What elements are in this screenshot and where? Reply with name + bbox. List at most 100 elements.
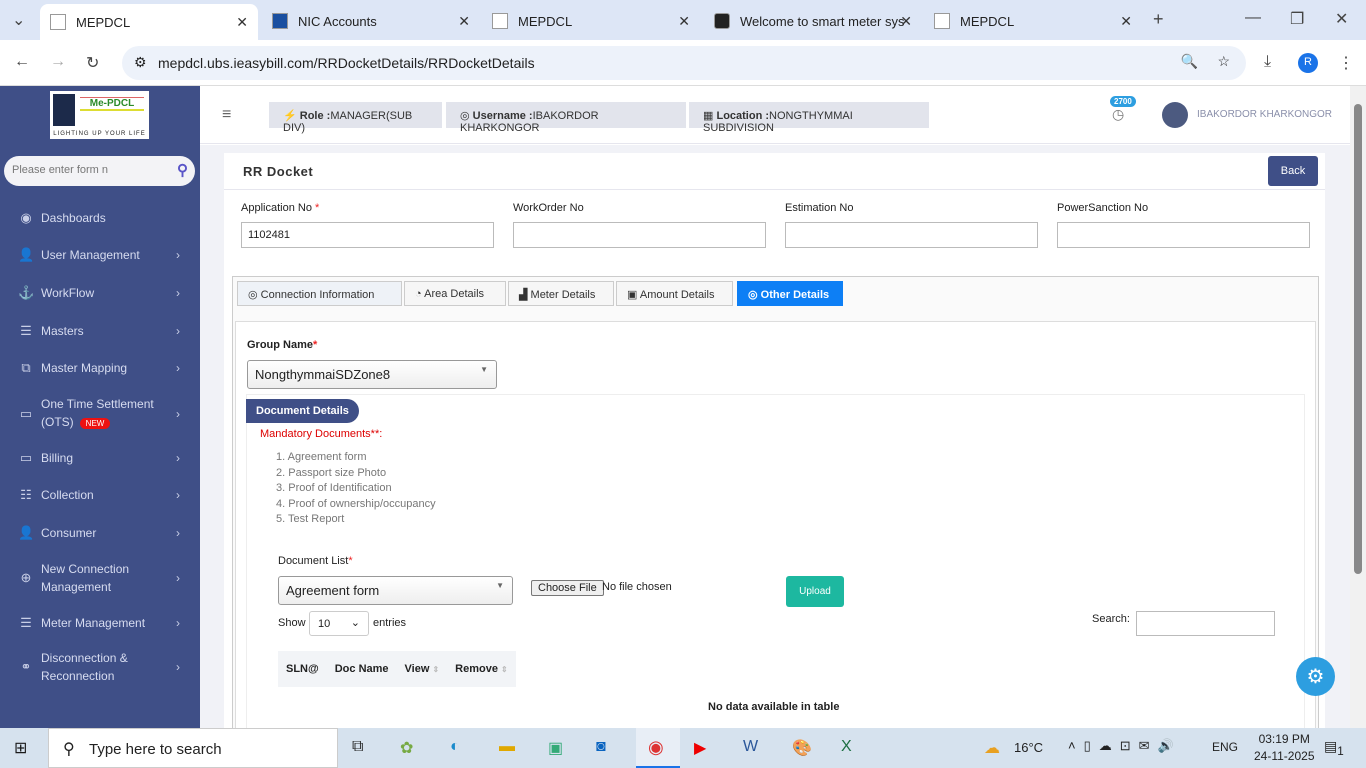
scrollbar-thumb[interactable] xyxy=(1354,104,1362,574)
profile-avatar[interactable]: R xyxy=(1298,53,1318,73)
application-no-input[interactable]: 1102481 xyxy=(241,222,494,248)
table-search-input[interactable] xyxy=(1136,611,1275,636)
link-icon: ⚭ xyxy=(20,659,32,674)
sidebar-item-masters[interactable]: ☰ Masters › xyxy=(0,323,200,339)
chevron-right-icon: › xyxy=(176,451,180,465)
hamburger-menu-icon[interactable]: ≡ xyxy=(222,106,231,124)
sidebar-item-dashboards[interactable]: ◉ Dashboards xyxy=(0,210,200,226)
copilot-icon[interactable]: ✿ xyxy=(400,738,413,758)
browser-tab[interactable]: MEPDCL ✕ xyxy=(924,6,1142,36)
close-tab-icon[interactable]: ✕ xyxy=(678,13,690,30)
paint-icon[interactable]: 🎨 xyxy=(792,738,812,758)
browser-tab[interactable]: NIC Accounts ✕ xyxy=(262,6,480,36)
nav-label: Collection xyxy=(41,488,94,502)
sidebar-item-user-management[interactable]: 👤 User Management › xyxy=(0,247,200,263)
workorder-no-input[interactable] xyxy=(513,222,766,248)
zoom-icon[interactable]: 🔍 xyxy=(1181,53,1198,70)
sidebar-item-new-connection[interactable]: ⊕ New Connection Management › xyxy=(0,560,200,596)
site-info-icon[interactable]: ⚙ xyxy=(134,54,147,71)
entries-select[interactable]: 10 ⌄ xyxy=(309,611,369,636)
weather-icon[interactable]: ☁ xyxy=(984,738,1000,758)
close-tab-icon[interactable]: ✕ xyxy=(900,13,912,30)
browser-tab[interactable]: Welcome to smart meter sys ✕ xyxy=(704,6,922,36)
tab-area-details[interactable]: ◔ Area Details xyxy=(404,281,506,306)
weather-temp[interactable]: 16°C xyxy=(1014,740,1043,755)
close-window-icon[interactable]: ✕ xyxy=(1335,9,1348,29)
column-header-remove[interactable]: Remove ⇕ xyxy=(447,651,516,687)
edge-icon[interactable]: ◐ xyxy=(450,738,460,756)
close-tab-icon[interactable]: ✕ xyxy=(1120,13,1132,30)
building-icon: ▦ xyxy=(703,110,714,122)
restore-icon[interactable]: ❐ xyxy=(1290,9,1304,29)
nav-label: Billing xyxy=(41,451,74,465)
sidebar-item-ots[interactable]: ▭ One Time Settlement (OTS) NEW › xyxy=(0,396,200,432)
close-tab-icon[interactable]: ✕ xyxy=(236,14,248,31)
choose-file-button[interactable]: Choose File xyxy=(531,580,604,596)
search-icon[interactable]: ⚲ xyxy=(177,161,188,179)
excel-icon[interactable]: X xyxy=(841,738,852,756)
reload-icon[interactable]: ↻ xyxy=(86,53,99,73)
tab-amount-details[interactable]: ▣ Amount Details xyxy=(616,281,733,306)
notifications-icon[interactable]: ▤1 xyxy=(1324,738,1344,758)
plus-circle-icon: ⊕ xyxy=(20,570,32,585)
sidebar-item-billing[interactable]: ▭ Billing › xyxy=(0,450,200,466)
back-button[interactable]: Back xyxy=(1268,156,1318,186)
taskbar-search[interactable]: ⚲ Type here to search xyxy=(48,728,338,768)
date-text: 24-11-2025 xyxy=(1254,749,1315,763)
username-pill: ◎ Username :IBAKORDOR KHARKONGOR xyxy=(446,102,686,134)
system-tray-icons[interactable]: ˄▯☁⊡✉🔊 xyxy=(1068,738,1182,754)
menu-icon[interactable]: ⋮ xyxy=(1338,53,1354,73)
list-icon: ☷ xyxy=(20,487,32,502)
close-tab-icon[interactable]: ✕ xyxy=(458,13,470,30)
rr-docket-card: RR Docket Back Application No * 1102481 … xyxy=(224,153,1325,728)
sidebar-item-master-mapping[interactable]: ⧉ Master Mapping › xyxy=(0,360,200,376)
settings-gear-button[interactable]: ⚙ xyxy=(1296,657,1335,696)
estimation-no-input[interactable] xyxy=(785,222,1038,248)
word-icon[interactable]: W xyxy=(743,738,758,756)
browser-tab[interactable]: MEPDCL ✕ xyxy=(482,6,700,36)
tab-other-details[interactable]: ◎ Other Details xyxy=(737,281,843,306)
forward-icon[interactable]: → xyxy=(50,53,66,71)
sidebar-item-consumer[interactable]: 👤 Consumer › xyxy=(0,525,200,541)
new-tab-icon[interactable]: + xyxy=(1153,9,1164,30)
chevron-right-icon: › xyxy=(176,526,180,540)
chevron-right-icon: › xyxy=(176,324,180,338)
back-icon[interactable]: ← xyxy=(14,53,30,71)
language-indicator[interactable]: ENG xyxy=(1212,740,1238,754)
tab-connection-information[interactable]: ◎ Connection Information xyxy=(237,281,402,306)
sidebar-item-workflow[interactable]: ⚓ WorkFlow › xyxy=(0,285,200,301)
nav-label: New Connection Management xyxy=(41,562,130,594)
tab-meter-details[interactable]: ▟ Meter Details xyxy=(508,281,614,306)
browser-tab[interactable]: MEPDCL ✕ xyxy=(40,4,258,40)
user-avatar[interactable] xyxy=(1162,102,1188,128)
url-input[interactable]: ⚙ mepdcl.ubs.ieasybill.com/RRDocketDetail… xyxy=(122,46,1246,80)
page-scrollbar[interactable] xyxy=(1350,86,1366,728)
sidebar-item-disconnection[interactable]: ⚭ Disconnection & Reconnection › xyxy=(0,649,200,685)
sidebar-item-meter-management[interactable]: ☰ Meter Management › xyxy=(0,615,200,631)
group-name-select[interactable]: NongthymmaiSDZone8 ▼ xyxy=(247,360,497,389)
document-list-select[interactable]: Agreement form ▼ xyxy=(278,576,513,605)
tab-title: MEPDCL xyxy=(518,13,573,29)
windows-start-icon[interactable]: ⊞ xyxy=(14,738,27,758)
clock-icon[interactable]: ◷ xyxy=(1112,106,1124,123)
chevron-right-icon: › xyxy=(176,286,180,300)
column-header-view[interactable]: View ⇕ xyxy=(397,651,448,687)
minimize-icon[interactable]: — xyxy=(1245,9,1261,27)
upload-button[interactable]: Upload xyxy=(786,576,844,607)
store-icon[interactable]: ▣ xyxy=(548,738,563,758)
download-icon[interactable]: ⤓ xyxy=(1264,53,1271,71)
form-search-input[interactable]: Please enter form n ⚲ xyxy=(4,156,195,186)
clock[interactable]: 03:19 PM 24-11-2025 xyxy=(1254,732,1315,763)
file-explorer-icon[interactable]: ▬ xyxy=(499,738,515,756)
youtube-icon[interactable]: ▶ xyxy=(694,738,706,758)
sidebar-item-collection[interactable]: ☷ Collection › xyxy=(0,487,200,503)
user-name[interactable]: IBAKORDOR KHARKONGOR xyxy=(1197,109,1332,120)
chrome-taskbar-button[interactable]: ◉ xyxy=(636,728,680,768)
column-header-sln[interactable]: SLN@ xyxy=(278,651,327,687)
tab-search-icon[interactable]: ⌄ xyxy=(12,10,25,30)
task-view-icon[interactable]: ⧉ xyxy=(352,738,363,756)
outlook-icon[interactable]: ◙ xyxy=(596,738,606,756)
column-header-doc-name[interactable]: Doc Name xyxy=(327,651,397,687)
bookmark-star-icon[interactable]: ☆ xyxy=(1217,53,1230,70)
powersanction-no-input[interactable] xyxy=(1057,222,1310,248)
